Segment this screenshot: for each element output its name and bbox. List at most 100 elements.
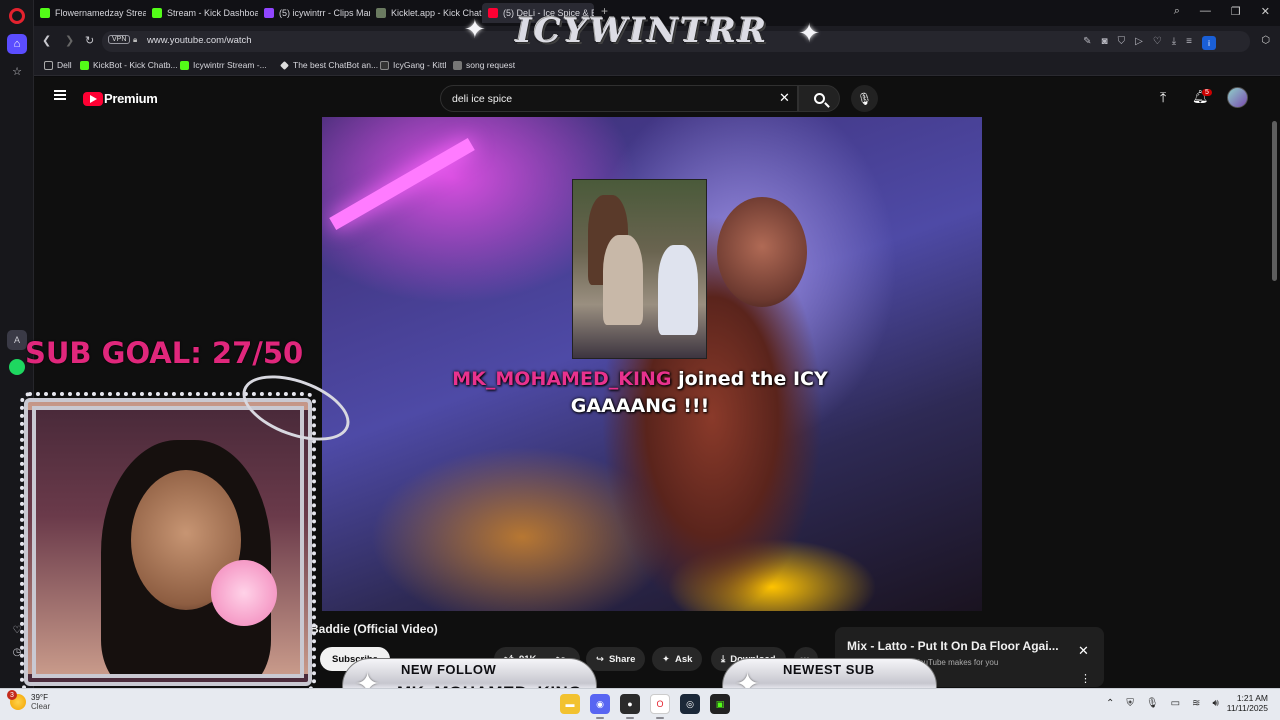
star-icon[interactable]: ☆ [7, 61, 27, 81]
clock[interactable]: 1:21 AM 11/11/2025 [1222, 693, 1268, 713]
microphone-icon[interactable]: 🎙︎ [851, 85, 878, 112]
bookmark-song-request[interactable]: song request [453, 60, 515, 70]
tab-kick-dashboard[interactable]: Stream - Kick Dashboard [146, 3, 258, 23]
share-button[interactable]: ↪ Share [586, 647, 646, 671]
wifi-icon[interactable]: ≋ [1192, 698, 1200, 709]
search-query[interactable]: deli ice spice [452, 93, 512, 105]
search-icon [813, 93, 825, 104]
windows-taskbar: 3 39°F Clear ▬ ◉ ● O ◎ ▣ ⌃ ⛨ 🎙︎ ▭ ≋ 🔊︎ 1… [0, 688, 1280, 720]
hamburger-menu-icon[interactable] [54, 90, 66, 100]
vpn-badge[interactable]: VPN [108, 35, 131, 44]
opera-icon[interactable]: O [650, 694, 670, 714]
weather-sun-icon: 3 [7, 690, 26, 710]
chain-border [20, 392, 316, 692]
notification-count-badge: 5 [1202, 89, 1212, 96]
microphone-icon[interactable]: 🎙︎ [1146, 698, 1159, 709]
play-icon[interactable]: ▷ [1135, 36, 1143, 50]
overlay-clip-image [572, 179, 707, 359]
download-icon[interactable]: ⤓ [1172, 36, 1176, 50]
extensions-cube-icon[interactable]: ⬡ [1261, 35, 1270, 46]
page-scrollbar[interactable] [1272, 121, 1277, 281]
obs-icon[interactable]: ● [620, 694, 640, 714]
tab-clips-manager[interactable]: (5) icywintrr - Clips Manag [258, 3, 370, 23]
youtube-brand[interactable]: Premium [104, 91, 158, 106]
address-tools: ✎ ◙ ⛉ ▷ ♡ ⤓ ≡ i [1083, 36, 1216, 50]
url-text[interactable]: www.youtube.com/watch [147, 35, 252, 46]
file-explorer-icon[interactable]: ▬ [560, 694, 580, 714]
bookmark-kickbot[interactable]: KickBot - Kick Chatb... [80, 60, 178, 70]
bookmark-label: KickBot - Kick Chatb... [93, 60, 178, 70]
tab-label: (5) icywintrr - Clips Manag [279, 8, 370, 18]
more-vertical-icon[interactable]: ⋮ [1080, 672, 1091, 685]
sub-goal-counter: SUB GOAL: 27/50 [25, 336, 304, 370]
volume-icon[interactable]: 🔊︎ [1212, 698, 1218, 709]
music-icon [453, 60, 462, 70]
download-icon: ⤓ [721, 653, 726, 665]
aria-icon[interactable]: A [7, 330, 27, 350]
close-icon[interactable]: ✕ [1078, 643, 1089, 659]
bookmark-chatbot[interactable]: The best ChatBot an... [280, 60, 378, 70]
join-username: MK_MOHAMED_KING [452, 368, 672, 390]
menu-icon[interactable]: ≡ [1186, 36, 1192, 50]
display-icon[interactable]: ▭ [1171, 698, 1180, 709]
upload-icon[interactable]: ⤒ [1160, 89, 1166, 106]
chevron-up-icon[interactable]: ⌃ [1106, 698, 1114, 709]
newest-sub-label: NEWEST SUB [783, 662, 875, 677]
window-controls: ⌕ — ❐ ✕ [1174, 5, 1270, 18]
bookmark-dell[interactable]: Dell [44, 60, 72, 70]
lock-icon[interactable]: 🔒︎ [133, 35, 137, 45]
camera-icon[interactable]: ◙ [1102, 36, 1108, 50]
close-icon[interactable]: ✕ [1261, 5, 1270, 18]
forward-icon[interactable]: ❯ [65, 34, 74, 47]
clear-search-icon[interactable]: ✕ [779, 90, 790, 106]
reload-icon[interactable]: ↻ [85, 34, 94, 47]
diamond-icon [280, 60, 289, 70]
twitch-icon [264, 8, 274, 18]
maximize-icon[interactable]: ❐ [1231, 5, 1241, 18]
tab-flowernamedzay[interactable]: Flowernamedzay Stream [34, 3, 146, 23]
bookmark-label: Dell [57, 60, 72, 70]
bookmark-icygang[interactable]: IcyGang - Kittl [380, 60, 446, 70]
opera-logo-icon[interactable] [9, 8, 25, 24]
tab-label: Flowernamedzay Stream [55, 8, 146, 18]
ask-label: Ask [674, 653, 693, 665]
home-icon[interactable]: ⌂ [7, 34, 27, 54]
search-input[interactable]: deli ice spice ✕ [440, 85, 798, 112]
heart-icon[interactable]: ♡ [1153, 36, 1162, 50]
edit-icon[interactable]: ✎ [1083, 36, 1091, 50]
minimize-icon[interactable]: — [1200, 5, 1211, 18]
sparkle-icon: ✦ [662, 653, 670, 665]
video-neon-light [329, 137, 475, 231]
search-button[interactable] [798, 85, 840, 112]
ask-button[interactable]: ✦ Ask [652, 647, 703, 671]
back-icon[interactable]: ❮ [42, 34, 51, 47]
bookmark-label: song request [466, 60, 516, 70]
weather-badge: 3 [7, 690, 17, 700]
security-icon[interactable]: ⛨ [1126, 698, 1134, 709]
shield-icon[interactable]: ⛉ [1118, 36, 1126, 50]
kick-icon [180, 60, 189, 70]
avatar[interactable] [1227, 87, 1248, 108]
search-tabs-icon[interactable]: ⌕ [1174, 5, 1180, 18]
mix-title[interactable]: Mix - Latto - Put It On Da Floor Agai... [847, 639, 1059, 653]
video-player[interactable] [322, 117, 982, 611]
youtube-logo-icon[interactable] [83, 92, 103, 106]
bookmark-icywintrr-stream[interactable]: Icywintrr Stream -... [180, 60, 267, 70]
share-label: Share [608, 653, 636, 665]
bookmark-label: IcyGang - Kittl [393, 60, 447, 70]
terminal-icon[interactable]: ▣ [710, 694, 730, 714]
tab-label: Stream - Kick Dashboard [167, 8, 258, 18]
kick-icon [40, 8, 50, 18]
spotify-icon[interactable] [7, 357, 27, 377]
webcam-overlay [18, 362, 359, 692]
steam-icon[interactable]: ◎ [680, 694, 700, 714]
channel-title: ICYWINTRR [515, 11, 769, 51]
join-alert: MK_MOHAMED_KING joined the ICY GAAAANG !… [400, 366, 880, 420]
video-head [717, 197, 807, 307]
folder-icon [44, 60, 53, 70]
new-follow-label: NEW FOLLOW [401, 662, 497, 677]
weather-widget[interactable]: 3 39°F Clear [7, 690, 50, 711]
discord-icon[interactable]: ◉ [590, 694, 610, 714]
youtube-masthead: Premium deli ice spice ✕ 🎙︎ ⤒ 🔔︎ 5 [34, 77, 1270, 117]
extension-icon[interactable]: i [1202, 36, 1216, 50]
